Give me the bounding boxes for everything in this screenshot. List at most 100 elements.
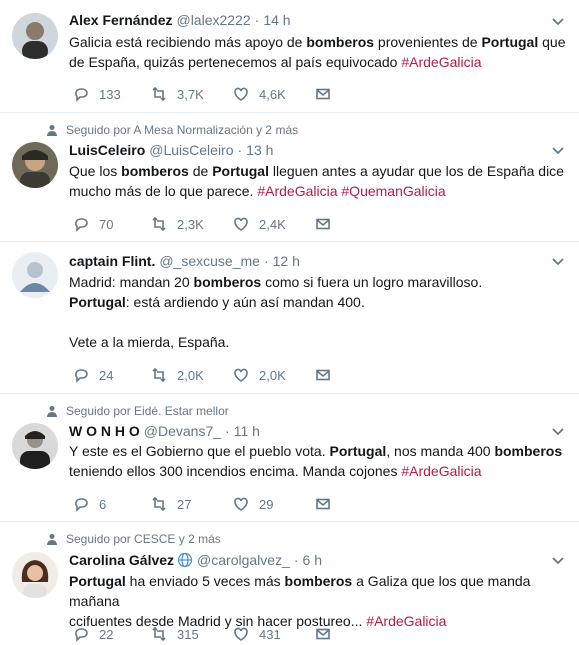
more-options-chevron-icon[interactable] bbox=[551, 143, 565, 157]
tweet-text-line bbox=[69, 312, 569, 332]
reply-count: 22 bbox=[99, 626, 114, 642]
person-icon bbox=[47, 534, 57, 545]
social-context[interactable]: Seguido por Eidé. Estar mellor bbox=[46, 404, 229, 418]
tweet-header: LuisCeleiro @LuisCeleiro · 13 h bbox=[69, 142, 273, 158]
tweet[interactable]: Seguido por Eidé. Estar mellor W O N H O… bbox=[0, 394, 579, 522]
hashtag-link[interactable]: #ArdeGalicia bbox=[401, 463, 481, 479]
user-handle[interactable]: @_sexcuse_me bbox=[159, 253, 260, 269]
heart-icon bbox=[234, 627, 248, 641]
tweet-header: Carolina Gálvez @carolgalvez_ · 6 h bbox=[69, 552, 322, 568]
separator-dot: · bbox=[293, 552, 299, 568]
reply-button[interactable]: 133 bbox=[73, 86, 151, 102]
globe-icon bbox=[177, 552, 193, 568]
tweet-header: W O N H O @Devans7_ · 11 h bbox=[69, 423, 260, 439]
highlighted-keyword: bomberos bbox=[494, 443, 563, 459]
timestamp[interactable]: 12 h bbox=[273, 253, 300, 269]
display-name[interactable]: W O N H O bbox=[69, 423, 140, 439]
user-handle[interactable]: @lalex2222 bbox=[176, 12, 250, 28]
tweet-text: Galicia está recibiendo más apoyo de bom… bbox=[69, 32, 569, 72]
display-name[interactable]: Carolina Gálvez bbox=[69, 552, 174, 568]
highlighted-keyword: Portugal bbox=[329, 443, 387, 459]
avatar[interactable] bbox=[12, 13, 58, 59]
person-icon bbox=[47, 125, 57, 136]
retweet-count: 2,3K bbox=[177, 216, 204, 232]
hashtag-link[interactable]: #ArdeGalicia bbox=[366, 613, 446, 629]
reply-button[interactable]: 6 bbox=[73, 496, 151, 512]
timestamp[interactable]: 6 h bbox=[303, 552, 322, 568]
retweet-button[interactable]: 315 bbox=[151, 626, 233, 642]
display-name[interactable]: Alex Fernández bbox=[69, 12, 172, 28]
tweet[interactable]: captain Flint. @_sexcuse_me · 12 h Madri… bbox=[0, 242, 579, 394]
like-button[interactable]: 4,6K bbox=[233, 86, 315, 102]
reply-button[interactable]: 22 bbox=[73, 626, 151, 642]
heart-icon bbox=[234, 368, 248, 382]
more-options-chevron-icon[interactable] bbox=[551, 14, 565, 28]
reply-button[interactable]: 70 bbox=[73, 216, 151, 232]
hashtag-link[interactable]: #QuemanGalicia bbox=[341, 183, 445, 199]
like-button[interactable]: 2,4K bbox=[233, 216, 315, 232]
reply-count: 24 bbox=[99, 367, 114, 383]
more-options-chevron-icon[interactable] bbox=[551, 553, 565, 567]
envelope-icon bbox=[316, 628, 330, 640]
social-context-text: Seguido por Eidé. Estar mellor bbox=[66, 404, 229, 418]
hashtag-link[interactable]: #ArdeGalicia bbox=[257, 183, 337, 199]
timestamp[interactable]: 14 h bbox=[263, 12, 290, 28]
retweet-button[interactable]: 3,7K bbox=[151, 86, 233, 102]
highlighted-keyword: Portugal bbox=[212, 163, 269, 179]
tweet-actions: 70 2,3K 2,4K bbox=[73, 216, 331, 232]
social-context-text: Seguido por A Mesa Normalización y 2 más bbox=[66, 123, 299, 137]
separator-dot: · bbox=[254, 12, 260, 28]
reply-count: 133 bbox=[99, 86, 121, 102]
retweet-button[interactable]: 2,0K bbox=[151, 367, 233, 383]
social-context[interactable]: Seguido por CESCE y 2 más bbox=[46, 532, 221, 546]
tweet-text: Madrid: mandan 20 bomberos como si fuera… bbox=[69, 272, 569, 352]
direct-message-button[interactable] bbox=[315, 216, 331, 232]
more-options-chevron-icon[interactable] bbox=[551, 254, 565, 268]
envelope-icon bbox=[316, 498, 330, 510]
display-name[interactable]: captain Flint. bbox=[69, 253, 155, 269]
timestamp[interactable]: 11 h bbox=[234, 423, 260, 439]
avatar[interactable] bbox=[12, 552, 58, 598]
like-count: 4,6K bbox=[259, 86, 286, 102]
retweet-button[interactable]: 27 bbox=[151, 496, 233, 512]
tweet-text-line: mucho más de lo que parece. #ArdeGalicia… bbox=[69, 183, 446, 199]
avatar[interactable] bbox=[12, 142, 58, 188]
reply-icon bbox=[75, 218, 88, 232]
more-options-chevron-icon[interactable] bbox=[551, 424, 565, 438]
user-handle[interactable]: @Devans7_ bbox=[144, 423, 221, 439]
user-handle[interactable]: @carolgalvez_ bbox=[197, 552, 290, 568]
tweet[interactable]: Alex Fernández @lalex2222 · 14 h Galicia… bbox=[0, 0, 579, 113]
tweet-header: captain Flint. @_sexcuse_me · 12 h bbox=[69, 253, 300, 269]
tweet-text-line: Portugal: está ardiendo y aún así mandan… bbox=[69, 294, 365, 310]
reply-icon bbox=[75, 498, 88, 512]
timestamp[interactable]: 13 h bbox=[246, 142, 273, 158]
reply-button[interactable]: 24 bbox=[73, 367, 151, 383]
highlighted-keyword: bomberos bbox=[306, 34, 375, 50]
direct-message-button[interactable] bbox=[315, 367, 331, 383]
like-button[interactable]: 431 bbox=[233, 626, 315, 642]
tweet-actions: 133 3,7K 4,6K bbox=[73, 86, 331, 102]
direct-message-button[interactable] bbox=[315, 86, 331, 102]
like-button[interactable]: 2,0K bbox=[233, 367, 315, 383]
social-context[interactable]: Seguido por A Mesa Normalización y 2 más bbox=[46, 123, 298, 137]
avatar[interactable] bbox=[12, 252, 58, 298]
retweet-icon bbox=[152, 367, 166, 383]
envelope-icon bbox=[316, 218, 330, 230]
tweet-text-line: Y este es el Gobierno que el pueblo vota… bbox=[69, 443, 563, 459]
hashtag-link[interactable]: #ArdeGalicia bbox=[401, 54, 481, 70]
display-name[interactable]: LuisCeleiro bbox=[69, 142, 145, 158]
tweet[interactable]: Seguido por CESCE y 2 más Carolina Gálve… bbox=[0, 522, 579, 645]
highlighted-keyword: Portugal bbox=[69, 294, 126, 310]
tweet-actions: 6 27 29 bbox=[73, 496, 331, 512]
reply-icon bbox=[75, 369, 88, 383]
retweet-button[interactable]: 2,3K bbox=[151, 216, 233, 232]
direct-message-button[interactable] bbox=[315, 496, 331, 512]
tweet[interactable]: Seguido por A Mesa Normalización y 2 más… bbox=[0, 113, 579, 242]
tweet-text-line: Vete a la mierda, España. bbox=[69, 334, 230, 350]
avatar[interactable] bbox=[12, 423, 58, 469]
retweet-icon bbox=[152, 216, 166, 232]
highlighted-keyword: Portugal bbox=[481, 34, 539, 50]
direct-message-button[interactable] bbox=[315, 626, 331, 642]
user-handle[interactable]: @LuisCeleiro bbox=[149, 142, 233, 158]
like-button[interactable]: 29 bbox=[233, 496, 315, 512]
